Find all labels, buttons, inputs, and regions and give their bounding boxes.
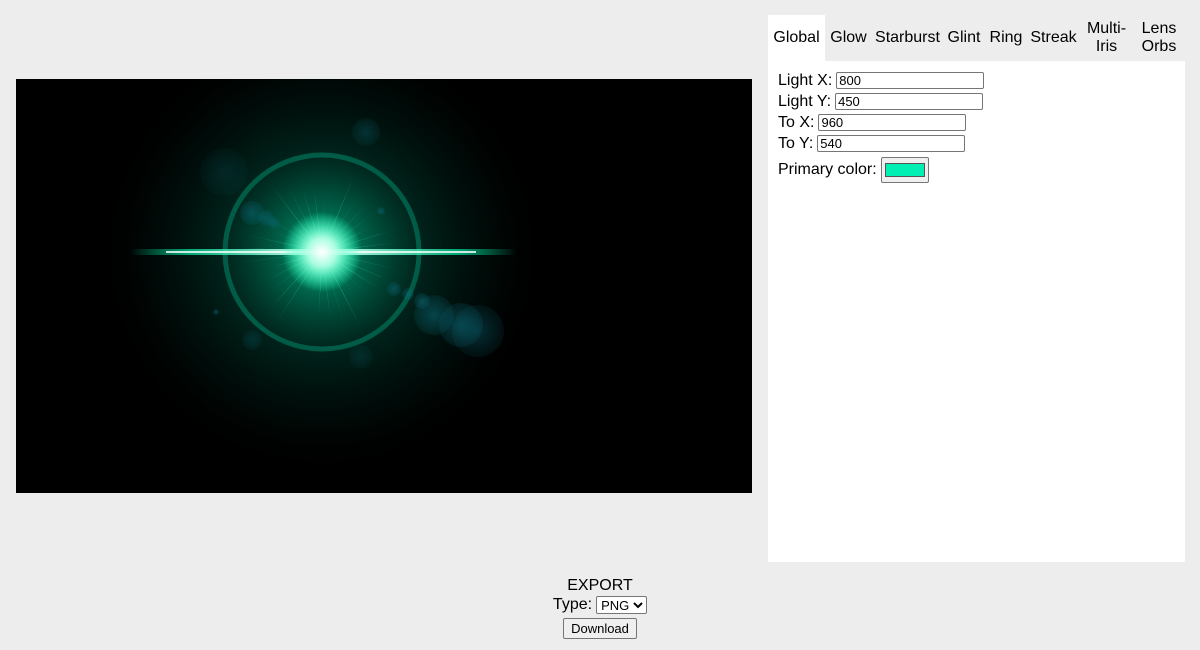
tab-starburst[interactable]: Starburst — [872, 15, 943, 61]
global-settings-form: Light X: Light Y: To X: To Y: Primary co… — [778, 70, 985, 184]
to-x-input[interactable] — [818, 114, 967, 131]
light-x-label: Light X: — [778, 71, 833, 89]
tab-lens-orbs[interactable]: Lens Orbs — [1133, 15, 1185, 61]
lens-flare-app: Global Glow Starburst Glint Ring Streak Multi-… — [0, 0, 1200, 650]
light-x-row: Light X: — [778, 70, 985, 91]
to-y-input[interactable] — [817, 135, 966, 152]
primary-color-row: Primary color: — [778, 156, 984, 184]
to-x-label: To X: — [778, 113, 815, 131]
settings-panel: Global Glow Starburst Glint Ring Streak Multi-… — [768, 15, 1185, 562]
primary-color-picker[interactable] — [880, 157, 929, 183]
primary-color-label: Primary color: — [778, 161, 877, 178]
tab-label: Lens Orbs — [1141, 20, 1177, 55]
light-x-input[interactable] — [836, 72, 985, 89]
download-row: Download — [0, 616, 1200, 640]
tab-global[interactable]: Global — [768, 15, 825, 61]
tab-label: Starburst — [875, 29, 940, 46]
tab-label: Glint — [947, 29, 981, 46]
to-x-row: To X: — [778, 112, 984, 133]
glint-core — [282, 212, 362, 292]
light-y-label: Light Y: — [778, 92, 832, 110]
tab-label: Multi- Iris — [1086, 20, 1127, 55]
primary-color-swatch — [884, 163, 925, 177]
tab-multi-iris[interactable]: Multi- Iris — [1080, 15, 1133, 61]
tab-streak[interactable]: Streak — [1027, 15, 1080, 61]
export-type-row: Type: PNG — [0, 595, 1200, 615]
download-button[interactable]: Download — [563, 617, 637, 639]
effect-tabs: Global Glow Starburst Glint Ring Streak Multi-… — [768, 15, 1185, 61]
export-type-label: Type: — [552, 596, 593, 613]
flare-render — [97, 79, 547, 477]
tab-label: Global — [773, 29, 820, 46]
tab-label: Streak — [1030, 29, 1077, 46]
tab-label: Ring — [989, 29, 1023, 46]
export-type-select[interactable]: PNG — [596, 596, 648, 614]
flare-preview-canvas[interactable] — [16, 79, 752, 493]
light-y-input[interactable] — [835, 93, 984, 110]
tab-glow[interactable]: Glow — [825, 15, 872, 61]
tab-label: Glow — [830, 29, 867, 46]
to-y-row: To Y: — [778, 133, 984, 154]
tab-glint[interactable]: Glint — [943, 15, 985, 61]
export-section: EXPORT Type: PNG Download — [0, 576, 1200, 640]
light-y-row: Light Y: — [778, 91, 984, 112]
export-title: EXPORT — [567, 577, 633, 594]
tab-ring[interactable]: Ring — [985, 15, 1027, 61]
to-y-label: To Y: — [778, 134, 814, 152]
